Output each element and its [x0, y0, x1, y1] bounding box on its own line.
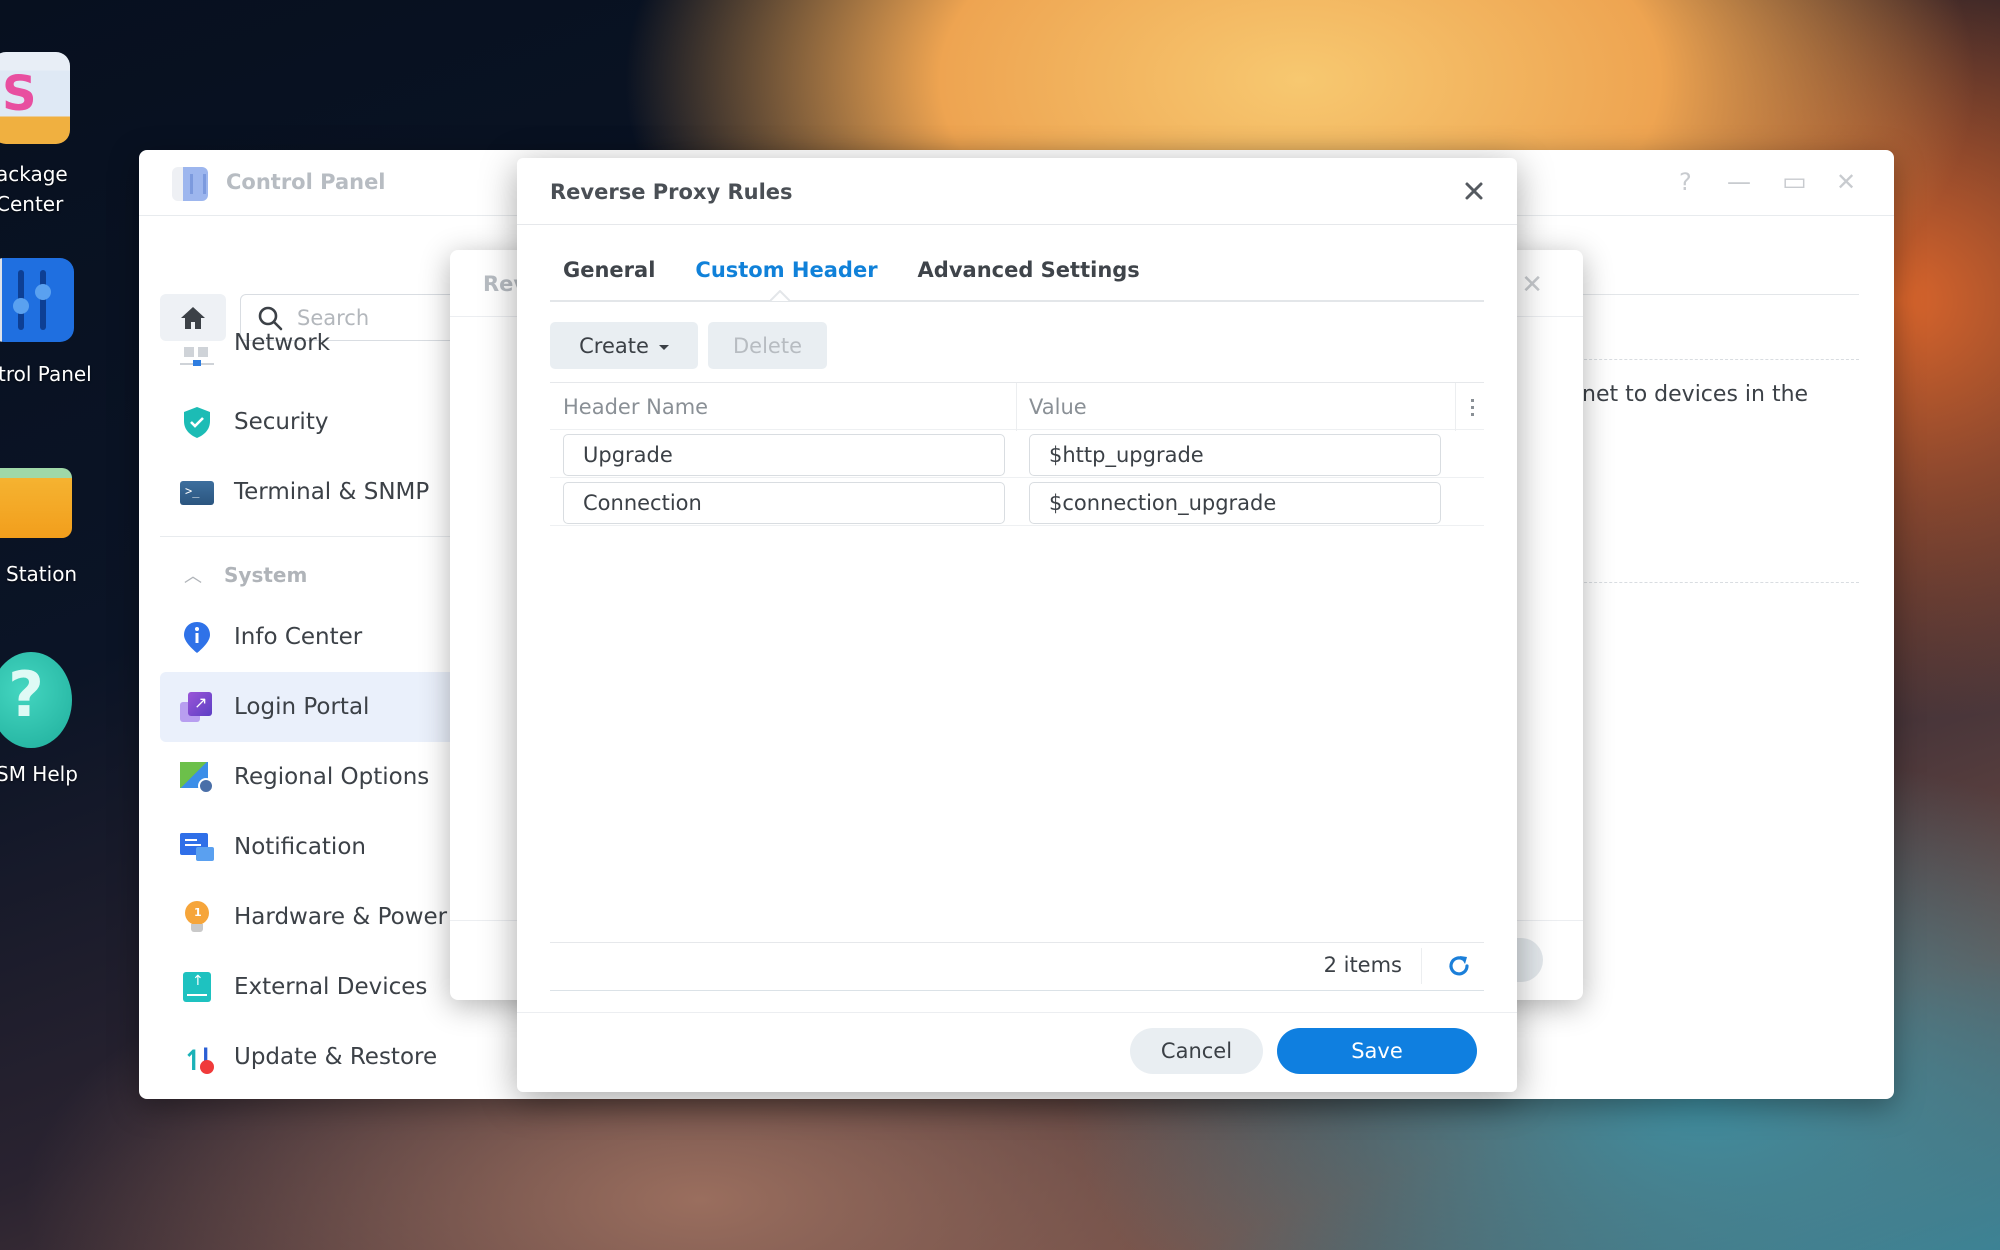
- caret-down-icon: [658, 344, 669, 350]
- save-button[interactable]: Save: [1277, 1028, 1477, 1074]
- desktop-label: Station: [6, 562, 78, 586]
- close-icon[interactable]: ✕: [1836, 168, 1856, 196]
- column-header-name[interactable]: Header Name: [563, 395, 708, 419]
- lightbulb-icon: 1: [180, 900, 214, 934]
- desktop-label: trol Panel: [0, 362, 92, 386]
- close-icon[interactable]: ✕: [1521, 270, 1543, 300]
- header-value-input[interactable]: [1029, 482, 1441, 524]
- minimize-icon[interactable]: —: [1727, 168, 1751, 196]
- dsm-help-icon: ?: [0, 652, 72, 748]
- network-icon: [180, 337, 214, 371]
- header-name-input[interactable]: [563, 434, 1005, 476]
- tab-bar: General Custom Header Advanced Settings: [563, 258, 1180, 282]
- package-center-icon: S: [0, 52, 70, 144]
- header-value-input[interactable]: [1029, 434, 1441, 476]
- column-options-icon[interactable]: [1460, 393, 1484, 421]
- reverse-proxy-rules-dialog: Reverse Proxy Rules General Custom Heade…: [517, 158, 1517, 1092]
- grid-header: Header Name Value: [550, 382, 1484, 431]
- maximize-icon[interactable]: ▭: [1782, 168, 1807, 196]
- file-station-icon: [0, 468, 72, 538]
- home-icon: [181, 306, 205, 329]
- tab-underline: [550, 300, 1484, 302]
- column-header-value[interactable]: Value: [1029, 395, 1087, 419]
- search-icon: [258, 306, 283, 331]
- sidebar-item-label: Hardware & Power: [234, 904, 448, 930]
- login-portal-icon: ↗: [180, 690, 214, 724]
- sidebar-item-label: Terminal & SNMP: [234, 479, 430, 505]
- items-count: 2 items: [1323, 953, 1402, 977]
- close-icon: [1465, 182, 1483, 200]
- desktop-icon-dsm-help[interactable]: ? SM Help: [0, 652, 100, 792]
- divider: [550, 942, 1484, 943]
- tab-custom-header[interactable]: Custom Header: [695, 258, 877, 282]
- sidebar-item-label: Network: [234, 333, 331, 356]
- control-panel-icon: [0, 258, 74, 342]
- close-button[interactable]: [1457, 174, 1491, 208]
- sidebar-item-label: Regional Options: [234, 764, 430, 790]
- header-name-input[interactable]: [563, 482, 1005, 524]
- external-devices-icon: ↑: [180, 970, 214, 1004]
- divider: [550, 990, 1484, 991]
- desktop-icon-package-center[interactable]: S ackage Center: [0, 52, 100, 222]
- desktop-label: ackage: [0, 162, 68, 186]
- sidebar-item-label: Notification: [234, 834, 366, 860]
- tab-general[interactable]: General: [563, 258, 655, 282]
- sidebar-item-label: Update & Restore: [234, 1044, 438, 1070]
- sidebar-item-label: Info Center: [234, 624, 363, 650]
- cancel-button[interactable]: Cancel: [1130, 1028, 1263, 1074]
- section-label: System: [224, 563, 308, 587]
- desktop-icon-control-panel[interactable]: trol Panel: [0, 258, 100, 398]
- create-label: Create: [579, 333, 649, 358]
- sidebar-item-label: Login Portal: [234, 694, 370, 720]
- desktop-icon-file-station[interactable]: Station: [0, 458, 100, 598]
- terminal-icon: >_: [180, 475, 214, 509]
- control-panel-app-icon: [172, 167, 208, 201]
- divider: [517, 224, 1517, 225]
- column-separator[interactable]: [1455, 383, 1456, 431]
- content-divider: [1579, 294, 1859, 295]
- refresh-icon[interactable]: [1446, 953, 1472, 979]
- chevron-up-icon: ︿: [184, 566, 202, 587]
- content-description: net to devices in the: [1582, 382, 1809, 407]
- column-separator[interactable]: [1016, 383, 1017, 431]
- desktop-label: Center: [0, 192, 64, 216]
- update-restore-icon: ↿ ⇂: [182, 1042, 218, 1077]
- window-title: Control Panel: [226, 170, 386, 194]
- sidebar-item-label: External Devices: [234, 974, 428, 1000]
- regional-options-icon: [180, 760, 214, 794]
- content-divider: [1579, 582, 1859, 583]
- divider: [1421, 948, 1422, 984]
- notification-dot: [200, 1060, 214, 1074]
- table-row[interactable]: [550, 430, 1484, 478]
- help-icon[interactable]: ?: [1679, 168, 1692, 196]
- content-divider: [1579, 359, 1859, 360]
- desktop-label: SM Help: [0, 762, 78, 786]
- delete-label: Delete: [733, 333, 802, 358]
- table-row[interactable]: [550, 478, 1484, 526]
- section-header-system[interactable]: ︿ System: [184, 562, 307, 588]
- security-shield-icon: [180, 405, 214, 439]
- divider: [517, 1012, 1517, 1013]
- active-tab-indicator: [770, 290, 790, 302]
- delete-button[interactable]: Delete: [708, 322, 827, 369]
- create-button[interactable]: Create: [550, 322, 698, 369]
- tab-advanced-settings[interactable]: Advanced Settings: [918, 258, 1140, 282]
- dialog-title: Reverse Proxy Rules: [550, 180, 793, 204]
- notification-icon: [180, 830, 214, 864]
- sidebar-item-label: Security: [234, 409, 329, 435]
- info-icon: [180, 620, 214, 654]
